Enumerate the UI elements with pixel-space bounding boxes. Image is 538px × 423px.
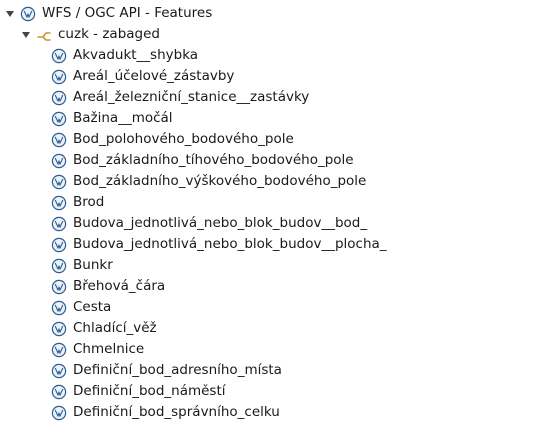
wfs-layer-icon xyxy=(51,384,67,400)
tree-layer-label: Bunkr xyxy=(73,257,113,273)
tree-layer-item[interactable]: Budova_jednotlivá_nebo_blok_budov__bod_ xyxy=(51,213,538,234)
tree-layer-label: Bod_polohového_bodového_pole xyxy=(73,131,294,147)
tree-layer-label: Areál_železniční_stanice__zastávky xyxy=(73,89,310,105)
tree-layer-item[interactable]: Areál_účelové_zástavby xyxy=(51,66,538,87)
browser-tree: WFS / OGC API - Features cuzk - zabaged … xyxy=(0,0,538,421)
tree-layer-item[interactable]: Brod xyxy=(51,192,538,213)
connection-icon xyxy=(36,27,52,43)
tree-layer-label: Bod_základního_výškového_bodového_pole xyxy=(73,173,367,189)
wfs-layer-icon xyxy=(51,363,67,379)
tree-layer-item[interactable]: Bunkr xyxy=(51,255,538,276)
wfs-layer-icon xyxy=(51,405,67,421)
wfs-layer-icon xyxy=(51,48,67,64)
wfs-layer-icon xyxy=(51,342,67,358)
wfs-layer-icon xyxy=(51,279,67,295)
tree-layer-label: Brod xyxy=(73,194,105,210)
tree-layer-label: Budova_jednotlivá_nebo_blok_budov__bod_ xyxy=(73,215,368,231)
tree-layer-item[interactable]: Břehová_čára xyxy=(51,276,538,297)
wfs-layer-icon xyxy=(51,174,67,190)
tree-layer-item[interactable]: Cesta xyxy=(51,297,538,318)
tree-layer-item[interactable]: Definiční_bod_adresního_místa xyxy=(51,360,538,381)
tree-connection-label: cuzk - zabaged xyxy=(58,26,160,42)
tree-layer-label: Bažina__močál xyxy=(73,110,173,126)
wfs-layer-icon xyxy=(51,216,67,232)
wfs-layer-icon xyxy=(51,69,67,85)
tree-layer-label: Břehová_čára xyxy=(73,278,166,294)
tree-layer-label: Budova_jednotlivá_nebo_blok_budov__ploch… xyxy=(73,236,387,252)
tree-layer-item[interactable]: Akvadukt__shybka xyxy=(51,45,538,66)
tree-root-wfs[interactable]: WFS / OGC API - Features xyxy=(4,3,538,24)
tree-layer-label: Bod_základního_tíhového_bodového_pole xyxy=(73,152,354,168)
tree-layer-label: Chmelnice xyxy=(73,341,145,357)
tree-layer-item[interactable]: Bod_polohového_bodového_pole xyxy=(51,129,538,150)
tree-layer-item[interactable]: Chmelnice xyxy=(51,339,538,360)
expander-arrow-icon[interactable] xyxy=(4,8,16,20)
wfs-layer-icon xyxy=(51,321,67,337)
tree-connection-cuzk[interactable]: cuzk - zabaged xyxy=(20,24,538,45)
wfs-layer-icon xyxy=(51,153,67,169)
tree-layer-item[interactable]: Definiční_bod_správního_celku xyxy=(51,402,538,423)
tree-layer-label: Akvadukt__shybka xyxy=(73,47,199,63)
wfs-layer-icon xyxy=(51,258,67,274)
tree-layer-item[interactable]: Definiční_bod_náměstí xyxy=(51,381,538,402)
tree-layer-label: Definiční_bod_náměstí xyxy=(73,383,226,399)
expander-arrow-icon[interactable] xyxy=(20,29,32,41)
tree-layer-label: Definiční_bod_adresního_místa xyxy=(73,362,282,378)
tree-layer-label: Cesta xyxy=(73,299,112,315)
tree-layer-label: Definiční_bod_správního_celku xyxy=(73,404,280,420)
wfs-layer-icon xyxy=(51,237,67,253)
tree-layer-item[interactable]: Chladící_věž xyxy=(51,318,538,339)
wfs-layer-icon xyxy=(51,195,67,211)
tree-layer-label: Chladící_věž xyxy=(73,320,157,336)
wfs-layer-icon xyxy=(51,300,67,316)
tree-layer-item[interactable]: Bažina__močál xyxy=(51,108,538,129)
tree-layer-item[interactable]: Bod_základního_tíhového_bodového_pole xyxy=(51,150,538,171)
tree-layer-label: Areál_účelové_zástavby xyxy=(73,68,235,84)
tree-layer-item[interactable]: Areál_železniční_stanice__zastávky xyxy=(51,87,538,108)
wfs-layer-icon xyxy=(51,132,67,148)
tree-layer-item[interactable]: Budova_jednotlivá_nebo_blok_budov__ploch… xyxy=(51,234,538,255)
tree-layer-item[interactable]: Bod_základního_výškového_bodového_pole xyxy=(51,171,538,192)
tree-root-label: WFS / OGC API - Features xyxy=(42,5,213,21)
wfs-layer-icon xyxy=(51,90,67,106)
wfs-icon xyxy=(20,6,36,22)
wfs-layer-icon xyxy=(51,111,67,127)
